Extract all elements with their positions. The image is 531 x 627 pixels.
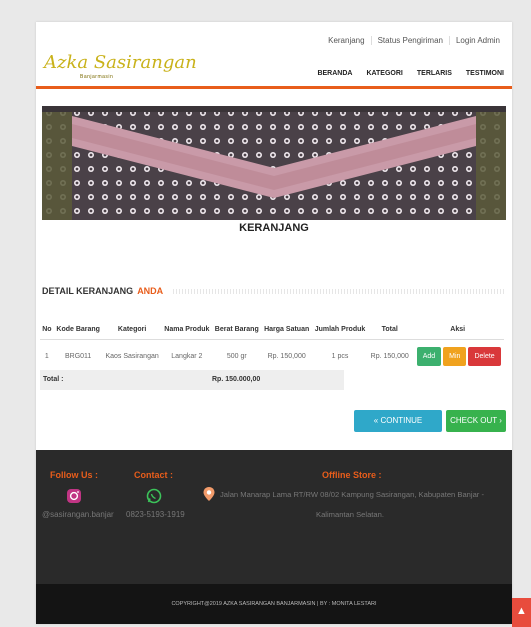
cell-jumlah-produk: 1 pcs xyxy=(331,353,349,360)
nav-kategori[interactable]: KATEGORI xyxy=(366,70,402,77)
whatsapp-icon[interactable] xyxy=(146,488,162,509)
col-no: No xyxy=(40,320,54,340)
location-pin-icon xyxy=(202,486,216,507)
contact-phone[interactable]: 0823-5193-1919 xyxy=(126,510,185,519)
col-aksi: Aksi xyxy=(411,320,504,340)
col-jumlah-produk: Jumlah Produk xyxy=(311,320,369,340)
col-berat-barang: Berat Barang xyxy=(212,320,262,340)
chevron-up-icon: ▲ xyxy=(516,605,527,617)
store-address-line-2: Kalimantan Selatan. xyxy=(316,510,384,519)
link-keranjang[interactable]: Keranjang xyxy=(322,36,370,45)
page-title: KERANJANG xyxy=(239,222,309,234)
continue-shopping-button[interactable]: « CONTINUE SHOPPING xyxy=(354,410,442,447)
header-divider xyxy=(36,86,512,89)
copyright-bar: COPYRIGHT@2019 AZKA SASIRANGAN BANJARMAS… xyxy=(36,584,512,624)
link-login-admin[interactable]: Login Admin xyxy=(448,36,506,45)
col-total: Total xyxy=(368,320,412,340)
store-address-line-1: Jalan Manarap Lama RT/RW 08/02 Kampung S… xyxy=(220,490,484,499)
site-logo[interactable]: Azka Sasirangan xyxy=(44,52,197,73)
nav-terlaris[interactable]: TERLARIS xyxy=(417,70,452,77)
nav-testimoni[interactable]: TESTIMONI xyxy=(466,70,504,77)
total-value: Rp. 150.000,00 xyxy=(212,376,261,383)
table-row: 1 BRG011 Kaos Sasirangan Langkar 2 500 g… xyxy=(40,340,504,374)
section-title-text: DETAIL KERANJANG xyxy=(42,286,134,296)
section-title: DETAIL KERANJANG ANDA xyxy=(42,286,504,296)
checkout-button[interactable]: CHECK OUT › xyxy=(446,410,506,432)
col-nama-produk: Nama Produk xyxy=(161,320,213,340)
cell-aksi: Add Min Delete xyxy=(411,340,504,374)
col-kode-barang: Kode Barang xyxy=(53,320,103,340)
col-kategori: Kategori xyxy=(102,320,162,340)
add-button[interactable]: Add xyxy=(416,347,442,366)
cell-total: Rp. 150,000 xyxy=(370,353,409,360)
banner-pattern xyxy=(42,106,506,220)
total-row: Total : Rp. 150.000,00 xyxy=(40,370,344,390)
cart-table: No Kode Barang Kategori Nama Produk Bera… xyxy=(40,320,504,373)
link-status-pengiriman[interactable]: Status Pengiriman xyxy=(370,36,449,45)
cell-berat-barang: 500 gr xyxy=(226,353,247,360)
cell-nama-produk: Langkar 2 xyxy=(171,353,203,360)
col-harga-satuan: Harga Satuan xyxy=(261,320,312,340)
nav-beranda[interactable]: BERANDA xyxy=(317,70,352,77)
top-links: Keranjang Status Pengiriman Login Admin xyxy=(322,36,506,45)
table-header-row: No Kode Barang Kategori Nama Produk Bera… xyxy=(40,320,504,340)
banner-image xyxy=(42,106,506,220)
instagram-handle[interactable]: @sasirangan.banjar xyxy=(42,510,114,519)
delete-button[interactable]: Delete xyxy=(468,347,501,366)
cell-harga-satuan: Rp. 150,000 xyxy=(267,353,306,360)
contact-title: Contact : xyxy=(134,470,173,480)
cell-kategori: Kaos Sasirangan xyxy=(105,353,159,360)
section-title-accent: ANDA xyxy=(137,286,164,296)
follow-us-title: Follow Us : xyxy=(50,470,98,480)
main-nav: BERANDA KATEGORI TERLARIS TESTIMONI xyxy=(317,70,504,77)
cell-kode-barang: BRG011 xyxy=(65,353,92,360)
min-button[interactable]: Min xyxy=(443,347,467,366)
total-label: Total : xyxy=(43,376,64,383)
logo-subtitle: Banjarmasin xyxy=(80,74,114,80)
cell-no: 1 xyxy=(44,353,49,360)
page: Keranjang Status Pengiriman Login Admin … xyxy=(36,22,512,624)
instagram-icon[interactable] xyxy=(66,488,82,509)
section-divider xyxy=(173,288,504,294)
footer: Follow Us : @sasirangan.banjar Contact :… xyxy=(36,450,512,591)
scroll-to-top-button[interactable]: ▲ xyxy=(512,598,531,627)
offline-store-title: Offline Store : xyxy=(322,470,382,480)
